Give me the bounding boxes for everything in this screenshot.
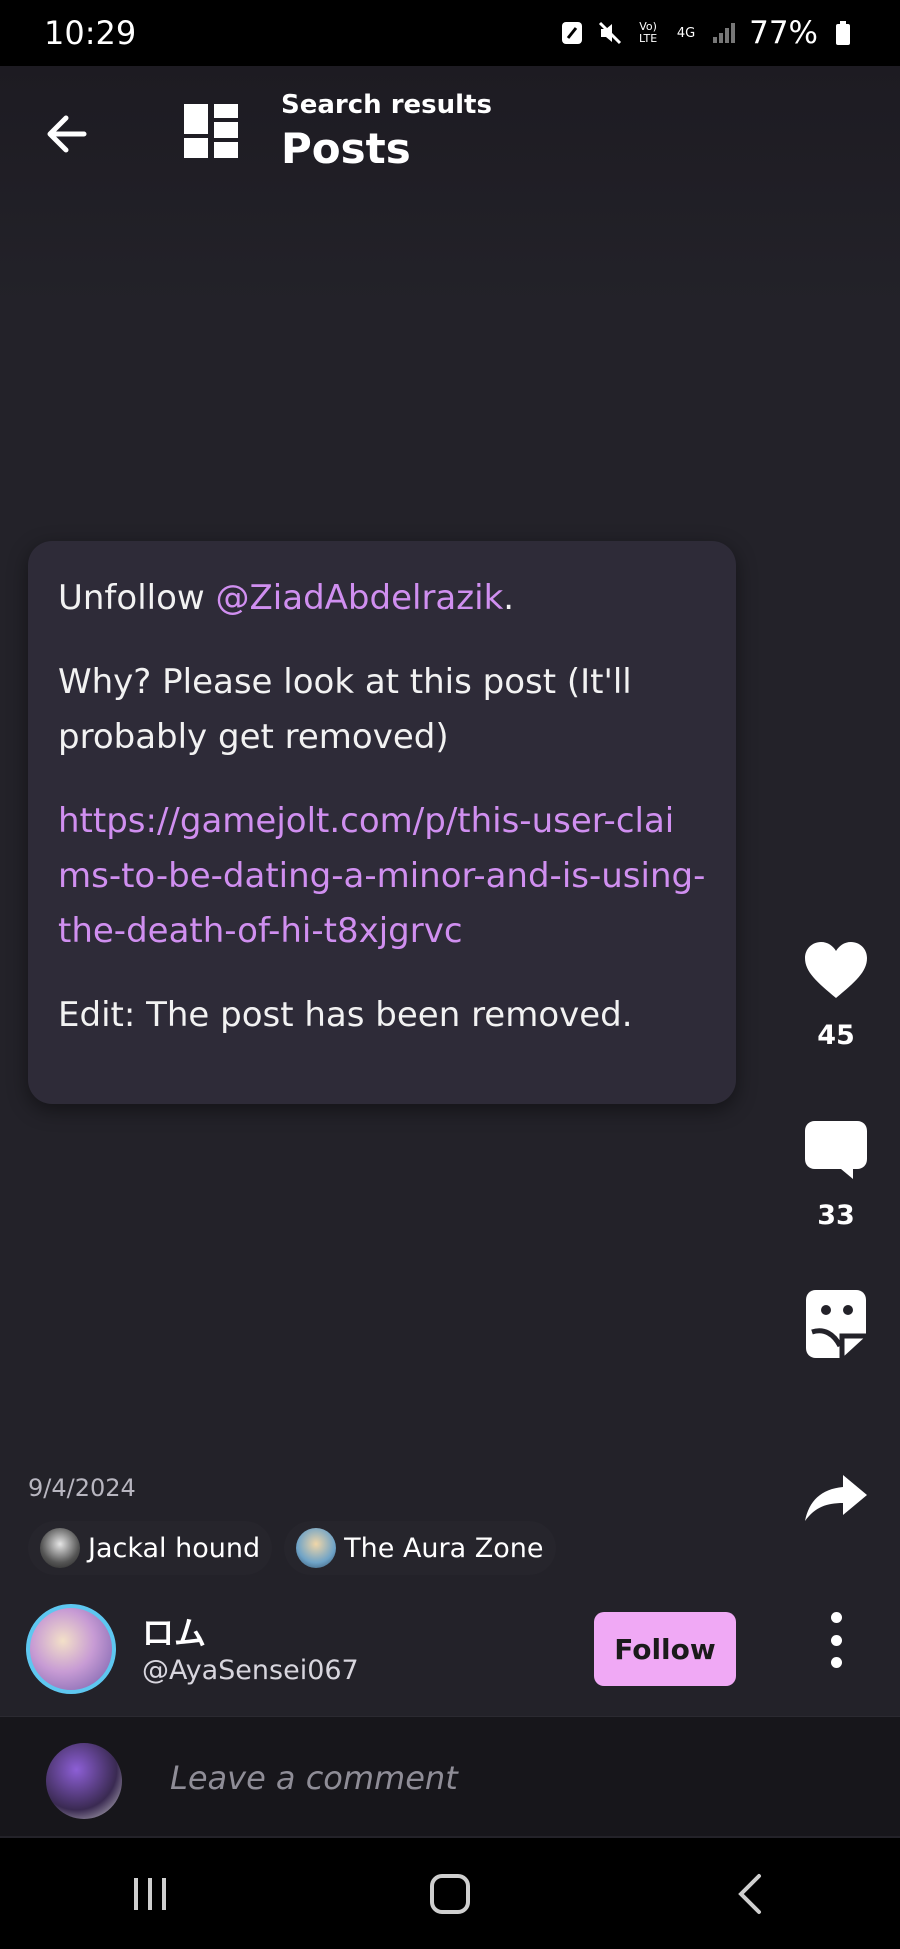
4g-icon: 4G xyxy=(673,20,699,46)
comment-count: 33 xyxy=(817,1200,855,1231)
follow-button[interactable]: Follow xyxy=(594,1612,736,1686)
page-title: Posts xyxy=(281,124,411,173)
tag-avatar xyxy=(40,1528,80,1568)
more-options-icon[interactable] xyxy=(826,1612,846,1668)
post-text-unfollow: Unfollow xyxy=(58,578,216,618)
avatar xyxy=(46,1743,122,1819)
tag-list: Jackal hound The Aura Zone xyxy=(28,1521,556,1575)
share-action[interactable] xyxy=(796,1462,876,1534)
post-text-period: . xyxy=(503,578,515,618)
arrow-left-icon xyxy=(47,115,87,153)
comment-action[interactable]: 33 xyxy=(796,1114,876,1231)
nfc-icon xyxy=(559,20,585,46)
post-paragraph-3: https://gamejolt.com/p/this-user-claims-… xyxy=(58,794,706,959)
header-subtitle: Search results xyxy=(281,90,492,120)
status-time: 10:29 xyxy=(44,14,137,52)
header: Search results Posts xyxy=(0,66,900,306)
battery-icon xyxy=(830,20,856,46)
author-handle[interactable]: @AyaSensei067 xyxy=(142,1655,359,1686)
post-paragraph-4: Edit: The post has been removed. xyxy=(58,995,633,1035)
home-icon xyxy=(430,1873,470,1914)
more-dot xyxy=(830,1657,842,1668)
comment-bubble-icon[interactable] xyxy=(800,1114,872,1186)
mute-icon xyxy=(597,20,623,46)
heart-icon[interactable] xyxy=(800,934,872,1006)
tag-label: Jackal hound xyxy=(88,1532,261,1564)
comment-input[interactable]: Leave a comment xyxy=(170,1759,458,1797)
like-count: 45 xyxy=(817,1020,855,1051)
post-date: 9/4/2024 xyxy=(28,1474,136,1502)
volte-icon: Vo) LTE xyxy=(635,20,661,46)
mention-link[interactable]: @ZiadAbdelrazik xyxy=(216,578,504,618)
post-url-link[interactable]: https://gamejolt.com/p/this-user-claims-… xyxy=(58,801,705,951)
system-nav-bar xyxy=(0,1838,900,1949)
system-back-button[interactable] xyxy=(710,1864,790,1924)
battery-percent: 77% xyxy=(749,15,818,51)
status-icons: Vo) LTE 4G 77% xyxy=(559,15,856,51)
more-dot xyxy=(830,1612,842,1623)
recent-apps-icon xyxy=(134,1877,166,1910)
tag-label: The Aura Zone xyxy=(344,1532,544,1564)
author-name[interactable]: ロム xyxy=(142,1608,206,1654)
share-arrow-icon[interactable] xyxy=(800,1462,872,1534)
post-paragraph-2: Why? Please look at this post (It'll pro… xyxy=(58,662,632,757)
grid-layout-icon[interactable] xyxy=(182,102,240,160)
more-dot xyxy=(830,1634,842,1646)
screen: 10:29 Vo) LTE 4G 77% Search results Post… xyxy=(0,0,900,1949)
post-card[interactable]: Unfollow @ZiadAbdelrazik. Why? Please lo… xyxy=(28,541,736,1104)
sticker-icon[interactable] xyxy=(800,1288,872,1360)
status-bar: 10:29 Vo) LTE 4G 77% xyxy=(0,0,900,66)
avatar[interactable] xyxy=(26,1604,116,1694)
home-button[interactable] xyxy=(410,1864,490,1924)
like-action[interactable]: 45 xyxy=(796,934,876,1051)
tag-avatar xyxy=(296,1528,337,1568)
sticker-action[interactable] xyxy=(796,1288,876,1360)
volte-label-bottom: LTE xyxy=(638,32,658,45)
back-button[interactable] xyxy=(40,108,92,160)
comment-bar[interactable]: Leave a comment xyxy=(0,1716,900,1836)
tag-chip[interactable]: The Aura Zone xyxy=(284,1521,556,1575)
recent-apps-button[interactable] xyxy=(110,1864,190,1924)
signal-icon xyxy=(711,20,737,46)
tag-chip[interactable]: Jackal hound xyxy=(28,1521,273,1575)
chevron-left-icon xyxy=(738,1873,761,1914)
post-paragraph-1: Unfollow @ZiadAbdelrazik. xyxy=(58,571,706,626)
network-label: 4G xyxy=(676,25,696,41)
